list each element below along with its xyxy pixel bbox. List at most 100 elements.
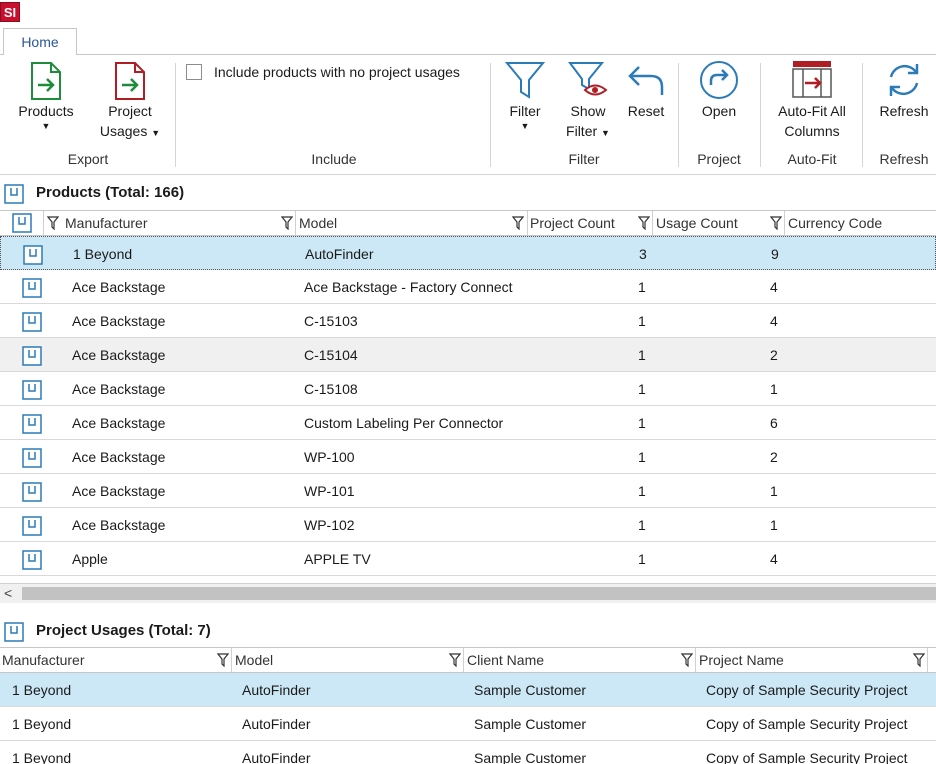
table-row[interactable]: Ace Backstage C-15108 1 1 [0, 372, 936, 406]
cell-project-count: 1 [638, 347, 646, 363]
table-row[interactable]: Ace Backstage Custom Labeling Per Connec… [0, 406, 936, 440]
cell-manufacturer: Ace Backstage [72, 279, 166, 295]
column-header-manufacturer[interactable]: Manufacturer [62, 211, 296, 235]
export-products-icon [31, 62, 61, 100]
cell-model: WP-102 [304, 517, 355, 533]
table-row[interactable]: 1 Beyond AutoFinder Sample Customer Copy… [0, 707, 936, 741]
cell-project-count: 1 [638, 415, 646, 431]
include-no-usage-label: Include products with no project usages [214, 64, 460, 80]
reset-button[interactable]: Reset [622, 59, 670, 121]
row-item-icon [23, 245, 43, 265]
cell-manufacturer: Ace Backstage [72, 313, 166, 329]
products-section-title: Products (Total: 166) [0, 180, 936, 206]
row-item-icon [22, 312, 42, 332]
cell-model: AutoFinder [305, 246, 374, 262]
export-project-usages-button[interactable]: Project Usages ▼ [94, 61, 166, 143]
column-header-project-name[interactable]: Project Name [696, 648, 928, 672]
export-usages-label-1: Project [108, 103, 152, 119]
filter-button[interactable]: Filter ▼ [500, 59, 550, 131]
table-row[interactable]: 1 Beyond AutoFinder Sample Customer Copy… [0, 673, 936, 707]
column-filter-icon[interactable] [449, 653, 461, 667]
ribbon-separator [760, 63, 761, 167]
cell-model: AutoFinder [242, 716, 311, 732]
products-grid-header: Manufacturer Model Project Count Usage C… [0, 210, 936, 236]
column-header-project-count[interactable]: Project Count [527, 211, 653, 235]
scroll-left-icon[interactable]: < [4, 585, 12, 601]
show-filter-button[interactable]: Show Filter ▼ [560, 59, 616, 143]
app-logo: SI [0, 2, 20, 22]
show-filter-label-2: Filter [566, 123, 598, 139]
cell-usage-count: 4 [770, 551, 778, 567]
column-filter-icon[interactable] [217, 653, 229, 667]
column-header-currency-code[interactable]: Currency Code [785, 211, 936, 235]
usages-title: Project Usages (Total: 7) [36, 622, 211, 639]
cell-manufacturer: Ace Backstage [72, 517, 166, 533]
table-row[interactable]: Apple APPLE TV 1 4 [0, 542, 936, 576]
column-header-client-name[interactable]: Client Name [464, 648, 696, 672]
cell-client-name: Sample Customer [474, 750, 587, 764]
table-row[interactable]: 1 Beyond AutoFinder Sample Customer Copy… [0, 741, 936, 764]
cell-model: AutoFinder [242, 682, 311, 698]
select-all-cell[interactable] [0, 211, 44, 235]
cell-usage-count: 1 [770, 517, 778, 533]
cell-model: WP-101 [304, 483, 355, 499]
cell-manufacturer: Ace Backstage [72, 347, 166, 363]
cell-project-count: 1 [638, 279, 646, 295]
table-row[interactable]: Ace Backstage C-15104 1 2 [0, 338, 936, 372]
horizontal-scrollbar[interactable]: < [0, 583, 936, 603]
export-usages-label-2: Usages [99, 123, 148, 139]
row-item-icon [22, 448, 42, 468]
scrollbar-thumb[interactable] [22, 587, 936, 600]
table-row[interactable]: Ace Backstage Ace Backstage - Factory Co… [0, 270, 936, 304]
refresh-label: Refresh [879, 103, 929, 119]
open-label: Open [701, 103, 737, 119]
autofit-all-columns-button[interactable]: Auto-Fit All Columns [766, 57, 858, 141]
cell-model: WP-100 [304, 449, 355, 465]
cell-usage-count: 2 [770, 347, 778, 363]
column-filter-icon[interactable] [681, 653, 693, 667]
cell-project-count: 1 [638, 517, 646, 533]
column-filter-icon[interactable] [913, 653, 925, 667]
filter-label: Filter [509, 103, 541, 119]
filter-group-label: Filter [568, 151, 600, 167]
cell-manufacturer: 1 Beyond [12, 750, 72, 764]
cell-manufacturer: 1 Beyond [12, 682, 72, 698]
cell-usage-count: 1 [770, 483, 778, 499]
open-icon [700, 61, 738, 99]
ribbon: Products ▼ Project Usages ▼ Export Inclu… [0, 55, 936, 175]
cell-usage-count: 4 [770, 279, 778, 295]
column-filter-icon[interactable] [638, 216, 650, 230]
column-header-model[interactable]: Model [296, 211, 528, 235]
usages-grid-header: Manufacturer Model Client Name Project N… [0, 647, 936, 673]
ribbon-separator [678, 63, 679, 167]
column-filter-icon[interactable] [770, 216, 782, 230]
cell-manufacturer: 1 Beyond [12, 716, 72, 732]
table-row[interactable]: Ace Backstage WP-102 1 1 [0, 508, 936, 542]
cell-project-count: 1 [638, 313, 646, 329]
table-row[interactable]: Ace Backstage WP-100 1 2 [0, 440, 936, 474]
show-filter-label-1: Show [570, 103, 606, 119]
column-filter-icon[interactable] [47, 216, 59, 230]
include-no-usage-checkbox[interactable] [186, 64, 202, 80]
table-icon [4, 184, 24, 204]
column-header-model[interactable]: Model [232, 648, 464, 672]
column-header-manufacturer[interactable]: Manufacturer [0, 648, 232, 672]
table-row[interactable]: Ace Backstage C-15103 1 4 [0, 304, 936, 338]
column-header-usage-count[interactable]: Usage Count [653, 211, 785, 235]
cell-model: C-15104 [304, 347, 358, 363]
export-products-button[interactable]: Products ▼ [12, 61, 80, 131]
table-row[interactable]: 1 Beyond AutoFinder 3 9 [0, 236, 936, 270]
cell-model: Custom Labeling Per Connector [304, 415, 504, 431]
cell-project-name: Copy of Sample Security Project [706, 682, 908, 698]
cell-usage-count: 9 [771, 246, 779, 262]
column-filter-icon[interactable] [281, 216, 293, 230]
table-row[interactable]: Ace Backstage WP-101 1 1 [0, 474, 936, 508]
cell-usage-count: 2 [770, 449, 778, 465]
cell-model: C-15103 [304, 313, 358, 329]
tab-home[interactable]: Home [3, 28, 77, 56]
open-project-button[interactable]: Open [690, 59, 748, 121]
column-filter-icon[interactable] [512, 216, 524, 230]
refresh-icon [889, 64, 919, 96]
cell-usage-count: 4 [770, 313, 778, 329]
refresh-button[interactable]: Refresh [872, 59, 936, 121]
